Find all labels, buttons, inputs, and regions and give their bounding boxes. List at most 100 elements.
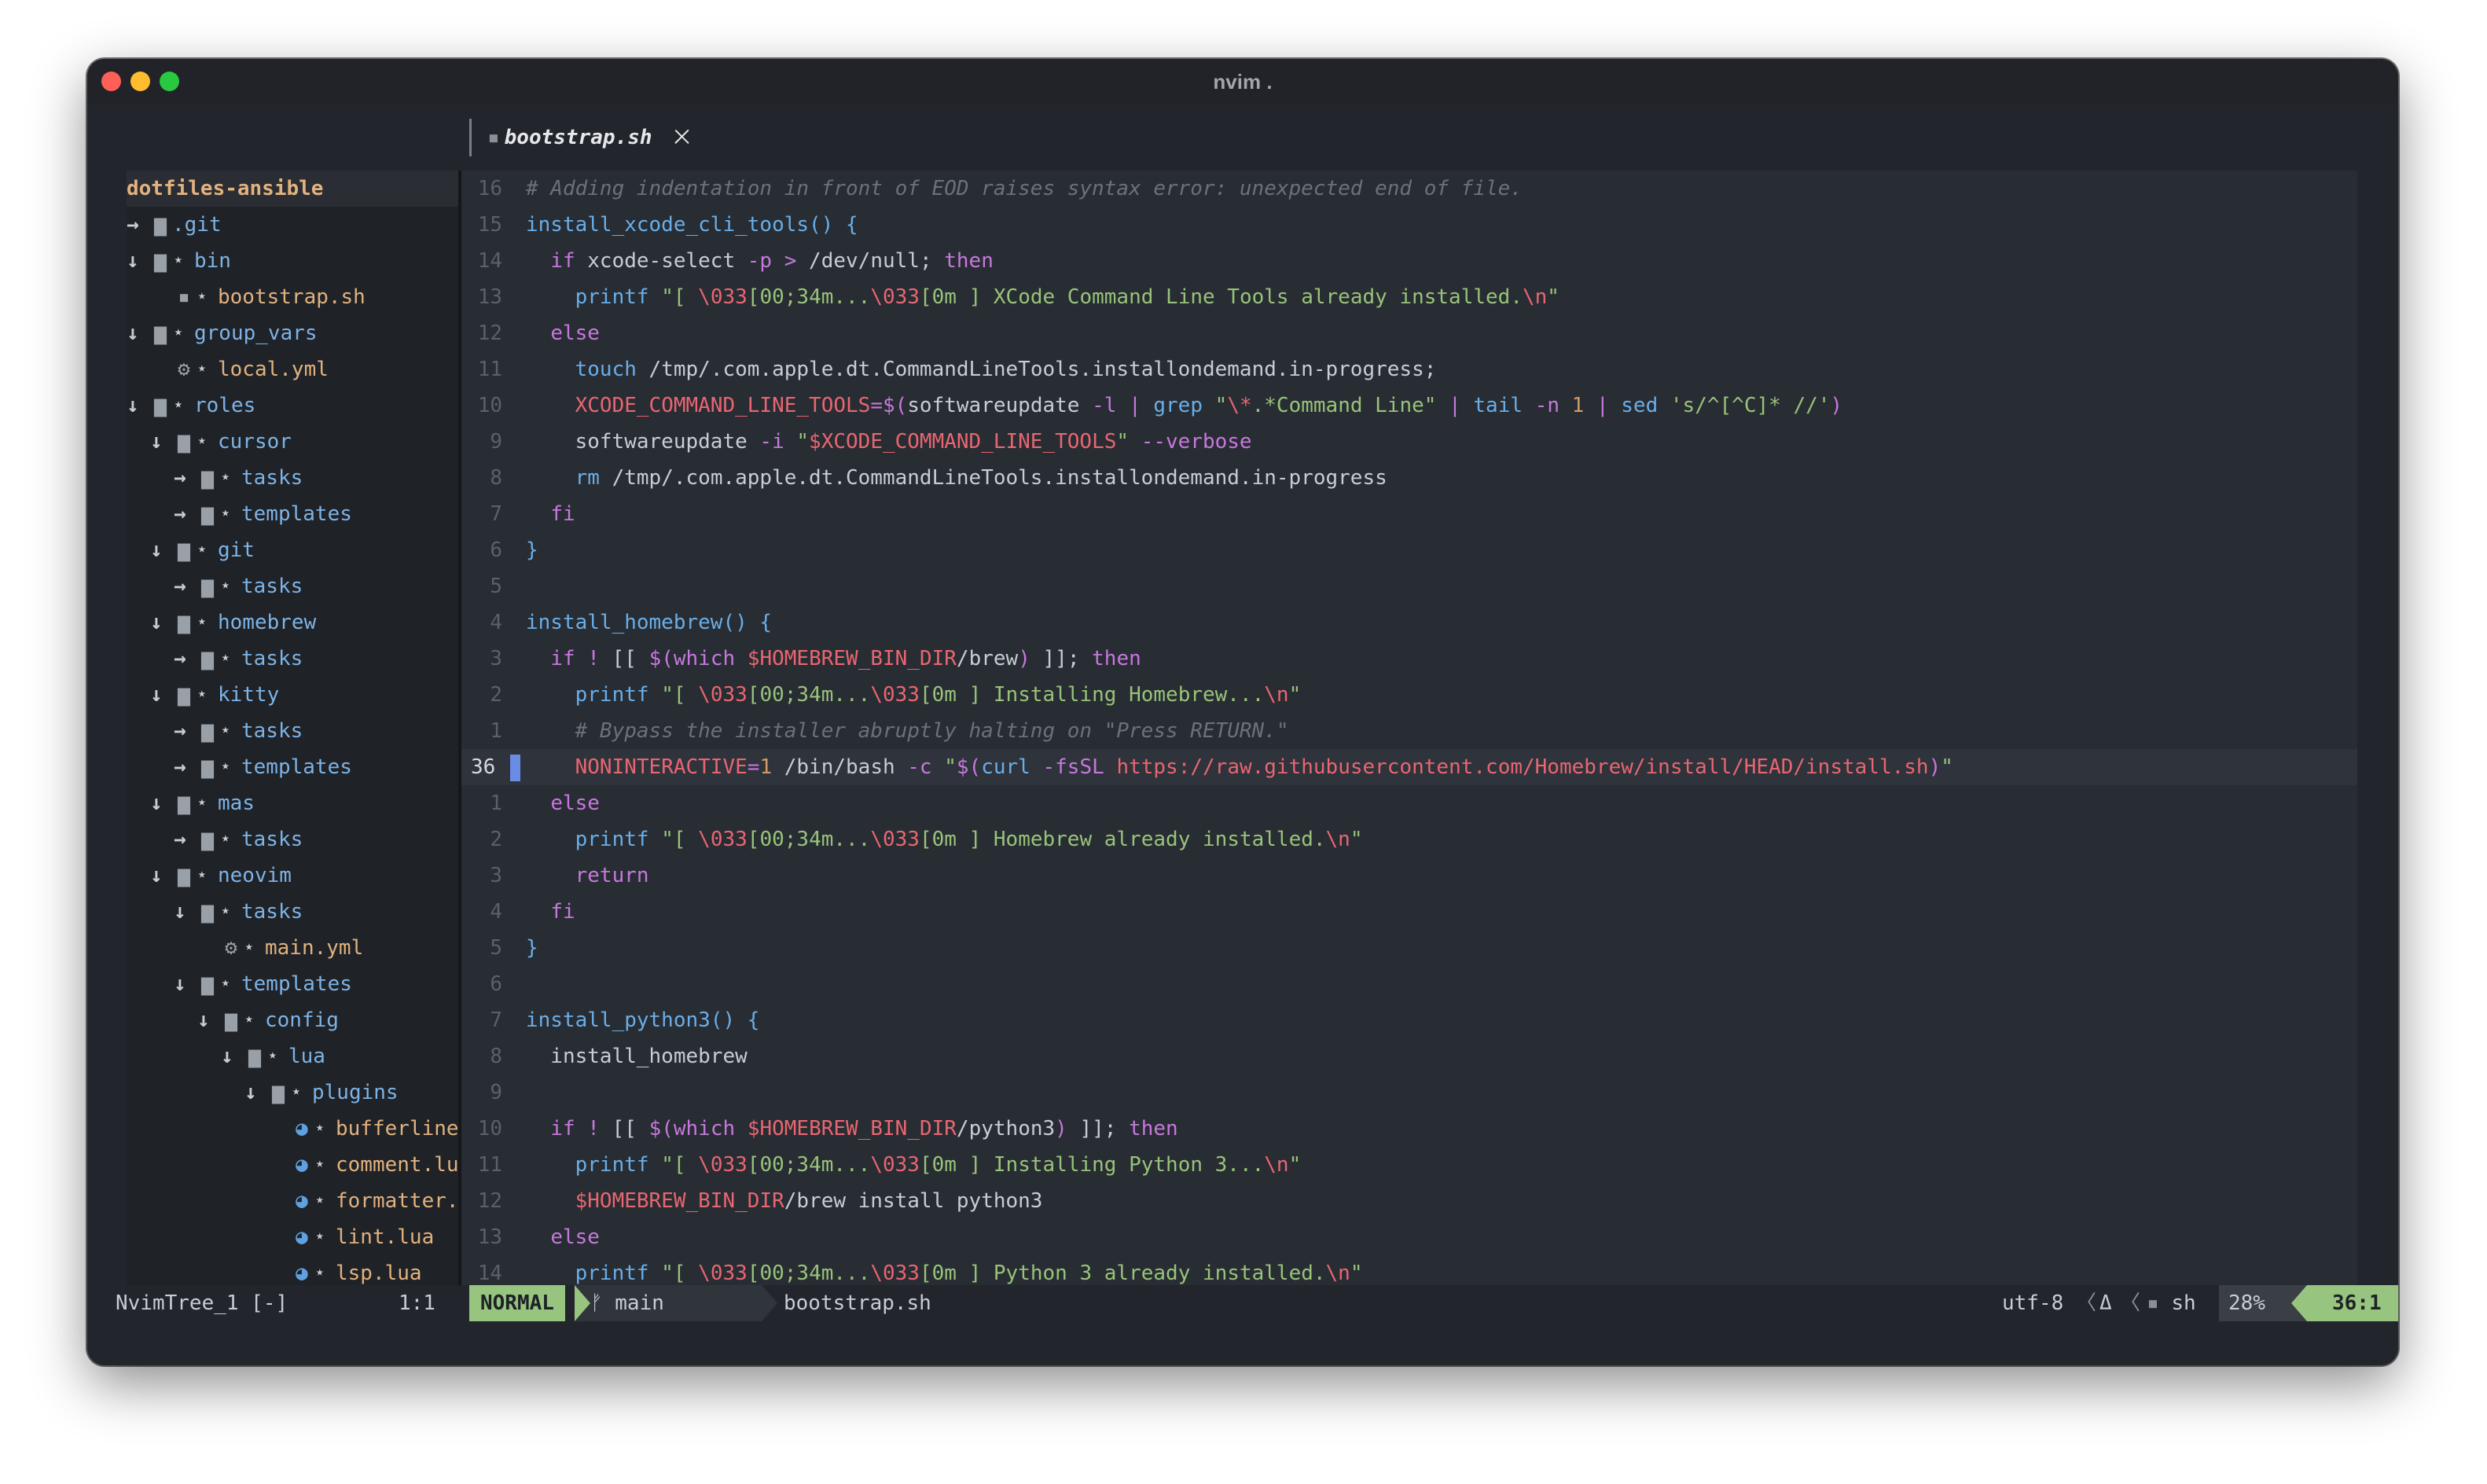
git-branch: ᚠ main [590, 1285, 664, 1321]
tree-folder[interactable]: → ▆ ⋆ tasks [127, 568, 458, 604]
code-line[interactable]: 7 install_python3() { [461, 1002, 2357, 1038]
code-line[interactable]: 1 # Bypass the installer abruptly haltin… [461, 713, 2357, 749]
tree-folder[interactable]: → ▆ ⋆ tasks [127, 460, 458, 496]
code-line[interactable]: 15 install_xcode_cli_tools() { [461, 207, 2357, 243]
nvim-tree-sidebar[interactable]: dotfiles-ansible → ▆ .git ↓ ▆ ⋆ bin ▪ ⋆ bootstr… [127, 171, 458, 1321]
line-number: 1 [490, 792, 502, 815]
tree-item-label: templates [241, 755, 352, 779]
token-txt: [[ [599, 1117, 649, 1141]
token-str: [0m ] XCode Command Line Tools already i… [919, 285, 1523, 309]
terminal-area[interactable]: ▪ bootstrap.sh 🞩 dotfiles-ansible → ▆ .git ↓… [87, 105, 2398, 1365]
tree-folder[interactable]: ↓ ▆ ⋆ bin [127, 243, 458, 279]
token-var: XCODE_COMMAND_LINE_TOOLS [575, 394, 871, 417]
tab-bootstrap-sh[interactable]: ▪ bootstrap.sh [469, 119, 652, 156]
code-line[interactable]: 11 printf "[ \033[00;34m...\033[0m ] Ins… [461, 1147, 2357, 1183]
code-line[interactable]: 6} [461, 532, 2357, 568]
token-kw: if [550, 1117, 575, 1141]
code-line[interactable]: 3 return [461, 858, 2357, 894]
line-number: 4 [490, 611, 502, 634]
code-line[interactable]: 12 $HOMEBREW_BIN_DIR/brew install python… [461, 1183, 2357, 1219]
code-line[interactable]: 2 printf "[ \033[00;34m...\033[0m ] Inst… [461, 677, 2357, 713]
code-line[interactable]: 13 printf "[ \033[00;34m...\033[0m ] XCo… [461, 279, 2357, 315]
tree-folder[interactable]: ↓ ▆ ⋆ homebrew [127, 604, 458, 641]
tree-folder[interactable]: ↓ ▆ ⋆ git [127, 532, 458, 568]
code-line[interactable]: 10 XCODE_COMMAND_LINE_TOOLS=$(softwareup… [461, 388, 2357, 424]
tree-file[interactable]: ⚙ ⋆ main.yml [127, 930, 458, 966]
code-line[interactable]: 2 printf "[ \033[00;34m...\033[0m ] Home… [461, 821, 2357, 858]
code-line[interactable]: 10 if ! [[ $(which $HOMEBREW_BIN_DIR/pyt… [461, 1111, 2357, 1147]
tree-file[interactable]: ◕ ⋆ formatter. [127, 1183, 458, 1219]
tree-file[interactable]: ▪ ⋆ bootstrap.sh [127, 279, 458, 315]
code-line[interactable]: 12 else [461, 315, 2357, 351]
tree-folder[interactable]: ↓ ▆ ⋆ tasks [127, 894, 458, 930]
line-number: 14 [477, 249, 502, 273]
code-line[interactable]: 11 touch /tmp/.com.apple.dt.CommandLineT… [461, 351, 2357, 388]
tree-folder[interactable]: ↓ ▆ ⋆ kitty [127, 677, 458, 713]
folder-icon: ▆ [201, 466, 214, 490]
code-line[interactable]: 16 # Adding indentation in front of EOD r… [461, 171, 2357, 207]
editor-buffer[interactable]: 16 # Adding indentation in front of EOD r… [461, 171, 2357, 1321]
tab-close-icon[interactable]: 🞩 [674, 119, 690, 156]
tree-folder[interactable]: → ▆ ⋆ templates [127, 749, 458, 785]
tree-folder[interactable]: ↓ ▆ ⋆ lua [127, 1038, 458, 1074]
token-fn: sed [1621, 394, 1659, 417]
code-line[interactable]: 4 fi [461, 894, 2357, 930]
folder-icon: ▆ [154, 249, 167, 273]
modified-star-icon: ⋆ [196, 611, 208, 634]
tree-folder[interactable]: ↓ ▆ ⋆ roles [127, 388, 458, 424]
tree-file[interactable]: ⚙ ⋆ local.yml [127, 351, 458, 388]
code-line[interactable]: 1 else [461, 785, 2357, 821]
code-text: install_homebrew [526, 1038, 747, 1074]
expanded-arrow-icon: ↓ [150, 611, 163, 634]
tree-folder[interactable]: ↓ ▆ ⋆ mas [127, 785, 458, 821]
tree-file[interactable]: ◕ ⋆ comment.lu [127, 1147, 458, 1183]
modified-star-icon: ⋆ [243, 936, 255, 960]
tree-folder[interactable]: ↓ ▆ ⋆ cursor [127, 424, 458, 460]
code-text: else [526, 785, 600, 821]
line-number: 13 [477, 1225, 502, 1249]
status-filename: bootstrap.sh [784, 1291, 931, 1315]
code-line[interactable]: 8 install_homebrew [461, 1038, 2357, 1074]
tree-folder[interactable]: → ▆ ⋆ templates [127, 496, 458, 532]
tree-folder[interactable]: → ▆ .git [127, 207, 458, 243]
tree-folder[interactable]: → ▆ ⋆ tasks [127, 641, 458, 677]
tree-item-label: templates [241, 502, 352, 526]
tree-folder[interactable]: ↓ ▆ ⋆ config [127, 1002, 458, 1038]
cursor-position: 36:1 [2332, 1291, 2382, 1315]
code-line[interactable]: 8 rm /tmp/.com.apple.dt.CommandLineTools… [461, 460, 2357, 496]
token-esc: \033 [698, 828, 748, 851]
collapsed-arrow-icon: → [174, 502, 186, 526]
code-line[interactable]: 5} [461, 930, 2357, 966]
tree-folder[interactable]: ↓ ▆ ⋆ neovim [127, 858, 458, 894]
code-line[interactable]: 14 if xcode-select -p > /dev/null; then [461, 243, 2357, 279]
tree-file[interactable]: ◕ ⋆ lint.lua [127, 1219, 458, 1255]
line-number: 9 [490, 1081, 502, 1104]
code-line[interactable]: 6 [461, 966, 2357, 1002]
expanded-arrow-icon: ↓ [127, 321, 139, 345]
folder-icon: ▆ [178, 792, 190, 815]
git-branch-name: main [615, 1291, 664, 1315]
line-number: 2 [490, 683, 502, 707]
tree-root[interactable]: dotfiles-ansible [127, 171, 458, 207]
folder-icon: ▆ [201, 828, 214, 851]
tree-folder[interactable]: → ▆ ⋆ tasks [127, 713, 458, 749]
cursor-line[interactable]: 36 NONINTERACTIVE=1 /bin/bash -c "$(curl… [461, 749, 2357, 785]
code-line[interactable]: 3 if ! [[ $(which $HOMEBREW_BIN_DIR/brew… [461, 641, 2357, 677]
code-line[interactable]: 9 softwareupdate -i "$XCODE_COMMAND_LINE… [461, 424, 2357, 460]
code-line[interactable]: 7 fi [461, 496, 2357, 532]
tree-file[interactable]: ◕ ⋆ bufferline [127, 1111, 458, 1147]
code-line[interactable]: 9 [461, 1074, 2357, 1111]
modified-star-icon: ⋆ [290, 1081, 303, 1104]
tree-folder[interactable]: → ▆ ⋆ tasks [127, 821, 458, 858]
token-str: " [1116, 430, 1130, 454]
tree-folder[interactable]: ↓ ▆ ⋆ plugins [127, 1074, 458, 1111]
code-line[interactable]: 5 [461, 568, 2357, 604]
code-line[interactable]: 13 else [461, 1219, 2357, 1255]
collapsed-arrow-icon: → [174, 719, 186, 743]
tree-folder[interactable]: ↓ ▆ ⋆ group_vars [127, 315, 458, 351]
code-line[interactable]: 4 install_homebrew() { [461, 604, 2357, 641]
tree-item-label: kitty [218, 683, 280, 707]
tree-folder[interactable]: ↓ ▆ ⋆ templates [127, 966, 458, 1002]
